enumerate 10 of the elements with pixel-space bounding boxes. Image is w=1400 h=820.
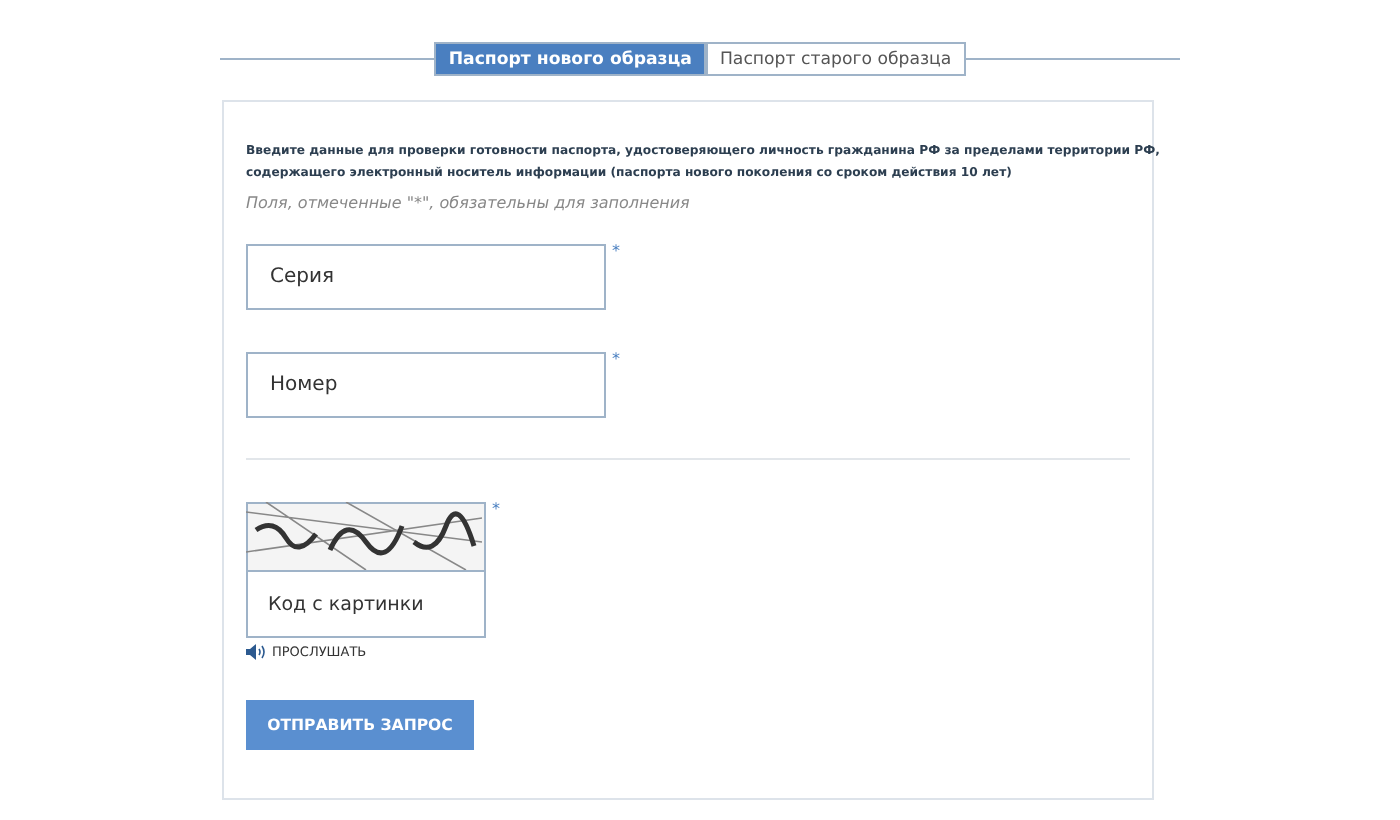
input-field[interactable]: Серия [246, 244, 606, 310]
tab[interactable]: Паспорт нового образца [434, 42, 706, 76]
required-mark: * [612, 244, 620, 260]
required-note: Поля, отмеченные "*", обязательны для заполнения [246, 194, 692, 212]
input-field[interactable]: Номер [246, 352, 606, 418]
input-field[interactable]: Код с картинки [246, 570, 486, 638]
speaker-icon [246, 644, 266, 660]
required-mark: * [492, 502, 500, 518]
tab[interactable]: Паспорт старого образца [705, 42, 966, 76]
required-mark: * [612, 352, 620, 368]
